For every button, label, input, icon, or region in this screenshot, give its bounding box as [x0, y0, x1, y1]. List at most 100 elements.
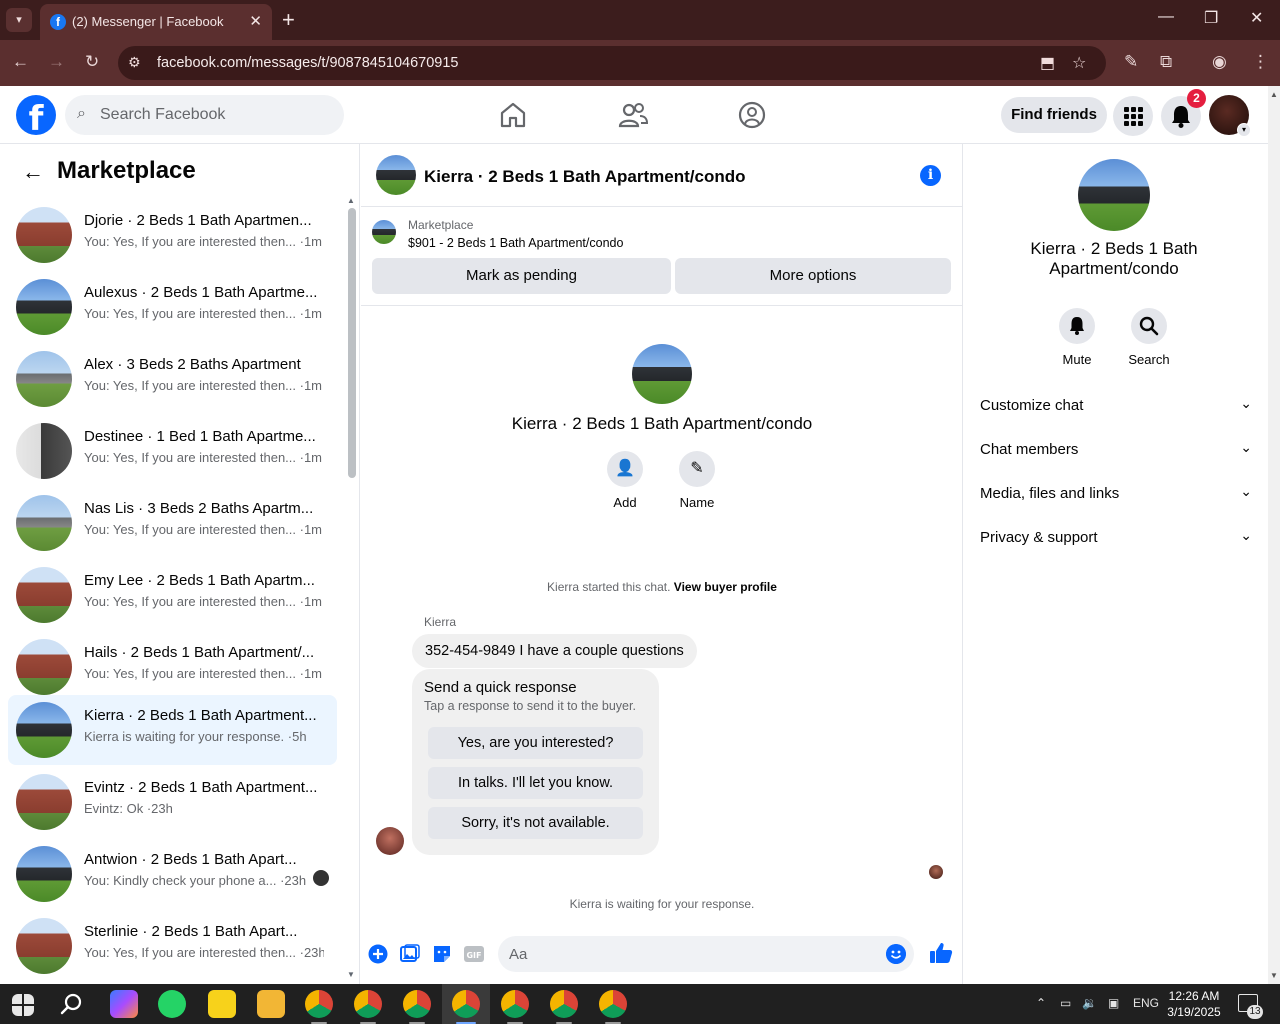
copilot-icon[interactable]: [110, 990, 138, 1018]
mark-as-pending-button[interactable]: Mark as pending: [372, 258, 671, 294]
install-app-icon[interactable]: ⬒: [1040, 53, 1055, 73]
conversation-item[interactable]: Hails · 2 Beds 1 Bath Apartment/... You:…: [8, 632, 337, 702]
message-input[interactable]: Aa: [498, 936, 914, 972]
search-input[interactable]: ⌕ Search Facebook: [65, 95, 344, 135]
volume-icon[interactable]: 🔉: [1082, 996, 1097, 1010]
media-files-links-section[interactable]: Media, files and links ⌄: [980, 478, 1252, 508]
reload-icon[interactable]: ↻: [85, 52, 99, 72]
chat-avatar[interactable]: [376, 155, 416, 195]
language-indicator[interactable]: ENG: [1133, 996, 1159, 1010]
network-icon[interactable]: ▣: [1108, 996, 1119, 1010]
site-info-icon[interactable]: ⚙: [128, 54, 141, 71]
conversation-item-active[interactable]: Kierra · 2 Beds 1 Bath Apartment... Kier…: [8, 695, 337, 765]
search-in-chat-button[interactable]: Search: [1119, 308, 1179, 367]
buyer-avatar[interactable]: [376, 827, 404, 855]
sticky-notes-icon[interactable]: [208, 990, 236, 1018]
view-buyer-profile-link[interactable]: View buyer profile: [674, 580, 777, 594]
chrome-icon[interactable]: [403, 990, 431, 1018]
info-icon[interactable]: i: [920, 165, 941, 186]
chrome-icon[interactable]: [599, 990, 627, 1018]
page-scrollbar[interactable]: ▲ ▼: [1268, 86, 1280, 984]
sidebar-scrollbar[interactable]: [348, 208, 356, 478]
menu-grid-button[interactable]: [1113, 96, 1153, 136]
privacy-support-section[interactable]: Privacy & support ⌄: [980, 522, 1252, 552]
thumbs-up-icon[interactable]: [929, 941, 953, 965]
gif-icon[interactable]: GIF: [464, 944, 484, 964]
file-explorer-icon[interactable]: [257, 990, 285, 1018]
minimize-icon[interactable]: —: [1158, 8, 1174, 26]
tab-title: (2) Messenger | Facebook: [72, 14, 224, 29]
close-window-icon[interactable]: ✕: [1250, 8, 1263, 28]
clock-time: 12:26 AM: [1168, 989, 1220, 1003]
scroll-up-arrow-icon[interactable]: ▲: [1270, 90, 1278, 99]
quick-response-option[interactable]: Sorry, it's not available.: [428, 807, 643, 839]
conversation-item[interactable]: Destinee · 1 Bed 1 Bath Apartme... You: …: [8, 416, 337, 486]
windows-start-icon[interactable]: [12, 994, 34, 1016]
chat-details-panel: Kierra · 2 Beds 1 Bath Apartment/condo M…: [964, 144, 1268, 984]
scroll-up-arrow-icon[interactable]: ▲: [347, 196, 355, 205]
sticker-icon[interactable]: [432, 944, 452, 964]
chat-title[interactable]: Kierra · 2 Beds 1 Bath Apartment/condo: [424, 167, 746, 187]
customize-chat-section[interactable]: Customize chat ⌄: [980, 390, 1252, 420]
taskbar-search-icon[interactable]: [58, 990, 86, 1018]
tray-app-icon[interactable]: ▭: [1060, 996, 1071, 1010]
extensions-icon[interactable]: ⧉: [1160, 52, 1172, 72]
profile-icon[interactable]: ◉: [1212, 52, 1227, 72]
conversation-item[interactable]: Djorie · 2 Beds 1 Bath Apartmen... You: …: [8, 200, 337, 270]
search-icon: ⌕: [77, 105, 86, 122]
quick-response-option[interactable]: Yes, are you interested?: [428, 727, 643, 759]
edit-name-button[interactable]: ✎ Name: [667, 451, 727, 510]
emoji-icon[interactable]: [886, 944, 906, 964]
chrome-icon[interactable]: [354, 990, 382, 1018]
chat-started-notice: Kierra started this chat. View buyer pro…: [361, 580, 963, 594]
system-clock[interactable]: 12:26 AM 3/19/2025: [1164, 988, 1224, 1020]
whatsapp-icon[interactable]: [158, 990, 186, 1018]
more-options-button[interactable]: More options: [675, 258, 951, 294]
menu-kebab-icon[interactable]: ⋮: [1252, 52, 1269, 72]
chevron-down-icon: ⌄: [1240, 439, 1252, 455]
photo-icon[interactable]: [400, 944, 420, 964]
account-avatar[interactable]: ▾: [1209, 95, 1251, 137]
groups-icon[interactable]: [737, 100, 767, 130]
listing-thumbnail[interactable]: [372, 220, 396, 244]
chat-members-section[interactable]: Chat members ⌄: [980, 434, 1252, 464]
chrome-icon[interactable]: [501, 990, 529, 1018]
conversation-item[interactable]: Antwion · 2 Beds 1 Bath Apart... You: Ki…: [8, 839, 337, 909]
tray-overflow-icon[interactable]: ⌃: [1036, 996, 1046, 1010]
chrome-icon[interactable]: [550, 990, 578, 1018]
listing-title[interactable]: $901 - 2 Beds 1 Bath Apartment/condo: [408, 236, 623, 250]
restore-icon[interactable]: ❐: [1204, 8, 1218, 28]
conversation-item[interactable]: Emy Lee · 2 Beds 1 Bath Apartm... You: Y…: [8, 560, 337, 630]
chrome-icon[interactable]: [452, 990, 480, 1018]
active-tab[interactable]: f (2) Messenger | Facebook ✕: [40, 4, 272, 40]
find-friends-button[interactable]: Find friends: [1001, 97, 1107, 133]
back-arrow-icon[interactable]: ←: [22, 159, 44, 185]
pen-icon[interactable]: ✎: [1124, 52, 1138, 72]
tab-search-button[interactable]: ▾: [6, 8, 32, 32]
conversation-name: Hails · 2 Beds 1 Bath Apartment/...: [84, 644, 315, 661]
address-bar[interactable]: ⚙ facebook.com/messages/t/90878451046709…: [118, 46, 1106, 80]
scroll-down-arrow-icon[interactable]: ▼: [347, 970, 355, 979]
add-member-button[interactable]: 👤 Add: [595, 451, 655, 510]
forward-icon[interactable]: →: [48, 52, 65, 72]
scroll-down-arrow-icon[interactable]: ▼: [1270, 971, 1278, 980]
conversation-item[interactable]: Aulexus · 2 Beds 1 Bath Apartme... You: …: [8, 272, 337, 342]
back-icon[interactable]: ←: [12, 52, 29, 72]
mute-button[interactable]: Mute: [1047, 308, 1107, 367]
chrome-icon[interactable]: [305, 990, 333, 1018]
close-tab-icon[interactable]: ✕: [249, 12, 262, 30]
friends-icon[interactable]: [618, 100, 648, 130]
quick-response-option[interactable]: In talks. I'll let you know.: [428, 767, 643, 799]
conversation-item[interactable]: Evintz · 2 Beds 1 Bath Apartment... Evin…: [8, 767, 337, 837]
conversation-item[interactable]: Alex · 3 Beds 2 Baths Apartment You: Yes…: [8, 344, 337, 414]
new-tab-button[interactable]: +: [282, 7, 295, 33]
conversation-item[interactable]: Sterlinie · 2 Beds 1 Bath Apart... You: …: [8, 911, 337, 981]
plus-circle-icon[interactable]: [368, 944, 388, 964]
conversation-item[interactable]: Nas Lis · 3 Beds 2 Baths Apartm... You: …: [8, 488, 337, 558]
message-bubble[interactable]: 352-454-9849 I have a couple questions: [412, 634, 697, 668]
url-text[interactable]: facebook.com/messages/t/9087845104670915: [157, 55, 459, 71]
facebook-logo[interactable]: f: [16, 95, 56, 135]
section-label: Chat members: [980, 441, 1079, 458]
bookmark-star-icon[interactable]: ☆: [1072, 53, 1086, 73]
home-icon[interactable]: [498, 100, 528, 130]
